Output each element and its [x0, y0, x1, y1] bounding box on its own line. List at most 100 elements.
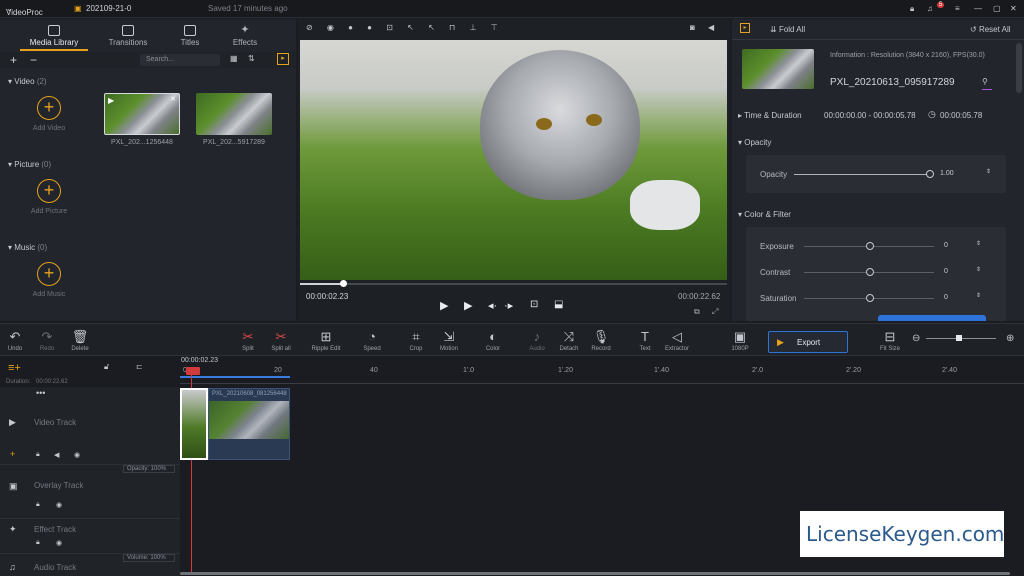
unlock-icon[interactable]: 🔓︎ [104, 362, 109, 372]
track-visibility-icon[interactable]: ◉ [56, 501, 62, 509]
play-icon[interactable]: ▶ [464, 299, 472, 312]
saturation-value[interactable]: 0 [944, 294, 948, 301]
maximize-icon[interactable]: ▢ [993, 4, 1001, 13]
app-menu[interactable]: VideoProc ⌄ [6, 4, 43, 17]
picture-section-header[interactable]: ▾ Picture (0) [8, 160, 51, 169]
snap-icon[interactable]: ⊏ [136, 362, 143, 371]
grid-view-icon[interactable]: ▦ [230, 54, 238, 63]
track-lock-icon[interactable]: 🔒︎ [36, 451, 40, 459]
close-icon[interactable]: ✕ [1010, 4, 1017, 13]
color-button[interactable]: ◐ Color [475, 330, 511, 353]
remove-icon[interactable]: − [30, 53, 37, 67]
next-frame-icon[interactable]: ·▸ [504, 299, 513, 312]
effect-track-label: Effect Track [34, 525, 77, 534]
close-icon[interactable]: ✕ [170, 95, 176, 103]
contrast-knob[interactable] [866, 268, 874, 276]
panel-toggle-icon[interactable]: ▸ [277, 53, 289, 65]
zoom-knob[interactable] [956, 335, 962, 341]
preview-progress-knob[interactable] [339, 280, 347, 287]
split-all-button[interactable]: ✂ Split all [263, 330, 299, 353]
saturation-knob[interactable] [866, 294, 874, 302]
snapshot-icon[interactable]: ◙ [690, 23, 695, 32]
exposure-stepper-icon[interactable]: ⇕ [976, 240, 981, 247]
audio-button[interactable]: ♪ Audio [519, 330, 555, 353]
preview-progress-track[interactable] [300, 283, 727, 285]
timeline-scrollbar[interactable] [180, 572, 1010, 575]
timeline-ruler[interactable] [180, 376, 1024, 384]
fullscreen-preview-icon[interactable]: ⊡ [530, 299, 538, 310]
add-icon[interactable]: + [10, 53, 17, 67]
text-button[interactable]: T Text [627, 330, 663, 353]
pip-icon[interactable]: ⧉ [694, 307, 700, 317]
video-thumbnail-2[interactable] [196, 93, 272, 135]
add-track-icon[interactable]: ≡+ [8, 362, 21, 374]
detach-button[interactable]: ⤨ Detach [551, 330, 587, 353]
menu-icon[interactable]: ≡ [955, 4, 960, 13]
zoom-out-icon[interactable]: ⊖ [912, 333, 920, 344]
bell-icon[interactable]: ♫ [927, 4, 933, 13]
add-video-button[interactable]: + [37, 96, 61, 120]
exposure-knob[interactable] [866, 242, 874, 250]
opacity-slider[interactable] [794, 174, 930, 175]
exposure-value[interactable]: 0 [944, 242, 948, 249]
tab-media-library[interactable]: Media Library [24, 25, 84, 47]
speed-button[interactable]: ◔ Speed [354, 330, 390, 353]
tab-titles[interactable]: Titles [160, 25, 220, 47]
resolution-button[interactable]: ▣ 1080P [722, 330, 758, 353]
opacity-value[interactable]: 1.00 [940, 170, 954, 177]
split-button[interactable]: ✂ Split [230, 330, 266, 353]
video-thumbnail-1[interactable]: ▶ ✕ [104, 93, 180, 135]
lock-icon[interactable]: 🔒︎ [910, 4, 914, 14]
motion-icon: ⇲ [443, 329, 455, 344]
panel-collapse-icon[interactable]: ▸ [740, 23, 750, 33]
track-lock-icon[interactable]: 🔒︎ [36, 501, 40, 509]
ripple-edit-button[interactable]: ⊞ Ripple Edit [308, 330, 344, 353]
delete-button[interactable]: 🗑︎ Delete [62, 330, 98, 353]
preview-toolbar-icons[interactable]: ⊘ ◉ ● ● ⊡ ↖ ↖ ⊓ ⊥ ⊤ [306, 23, 504, 32]
record-button[interactable]: 🎙︎ Record [583, 330, 619, 353]
snapshot-save-icon[interactable]: ⬓ [554, 299, 563, 310]
music-section-header[interactable]: ▾ Music (0) [8, 243, 47, 252]
minimize-icon[interactable]: — [974, 4, 982, 13]
redo-button[interactable]: ↷ Redo [29, 330, 65, 353]
tab-transitions[interactable]: Transitions [98, 25, 158, 47]
video-section-header[interactable]: ▾ Video (2) [8, 77, 47, 86]
saturation-stepper-icon[interactable]: ⇕ [976, 292, 981, 299]
export-button[interactable]: ▶ Export [768, 331, 848, 353]
motion-button[interactable]: ⇲ Motion [431, 329, 467, 353]
track-visibility-icon[interactable]: ◉ [56, 539, 62, 547]
color-filter-header[interactable]: ▾ Color & Filter [738, 210, 791, 219]
paint-icon[interactable]: ⚲ [982, 77, 988, 86]
expand-icon[interactable]: ⤢ [712, 307, 718, 317]
contrast-stepper-icon[interactable]: ⇕ [976, 266, 981, 273]
add-picture-button[interactable]: + [37, 179, 61, 203]
track-visibility-icon[interactable]: ◉ [74, 451, 80, 459]
track-lock-icon[interactable]: 🔒︎ [36, 539, 40, 547]
add-music-button[interactable]: + [37, 262, 61, 286]
prev-frame-icon[interactable]: ◂· [488, 299, 497, 312]
reset-all-button[interactable]: ↺ Reset All [970, 25, 1011, 34]
playhead-handle[interactable] [186, 367, 200, 375]
color-filter-button[interactable] [878, 315, 986, 321]
inspector-scrollbar[interactable] [1016, 43, 1022, 93]
sort-icon[interactable]: ⇅ [248, 54, 255, 63]
track-volume-icon[interactable]: ◀ [54, 451, 59, 459]
video-clip-2[interactable]: PXL_20210608_081256448 [208, 388, 290, 460]
video-preview[interactable] [300, 40, 727, 280]
video-clip-1[interactable] [180, 388, 208, 460]
time-duration-header[interactable]: ▸ Time & Duration [738, 111, 802, 120]
fit-size-button[interactable]: ⊟ Fit Size [872, 330, 908, 353]
contrast-value[interactable]: 0 [944, 268, 948, 275]
opacity-header[interactable]: ▾ Opacity [738, 138, 771, 147]
extractor-button[interactable]: ◁ Extractor [659, 330, 695, 353]
crop-button[interactable]: ⌗ Crop [398, 330, 434, 353]
opacity-knob[interactable] [926, 170, 934, 178]
add-track-plus-icon[interactable]: + [10, 449, 15, 459]
search-input[interactable]: Search... [140, 54, 220, 66]
fold-all-button[interactable]: ⇊ Fold All [770, 25, 805, 34]
zoom-in-icon[interactable]: ⊕ [1006, 333, 1014, 344]
tab-effects[interactable]: ✦ Effects [215, 25, 275, 48]
volume-icon[interactable]: ◀ [708, 23, 714, 32]
play-from-start-icon[interactable]: ▶ [440, 299, 448, 312]
opacity-stepper-icon[interactable]: ⇕ [986, 168, 991, 175]
